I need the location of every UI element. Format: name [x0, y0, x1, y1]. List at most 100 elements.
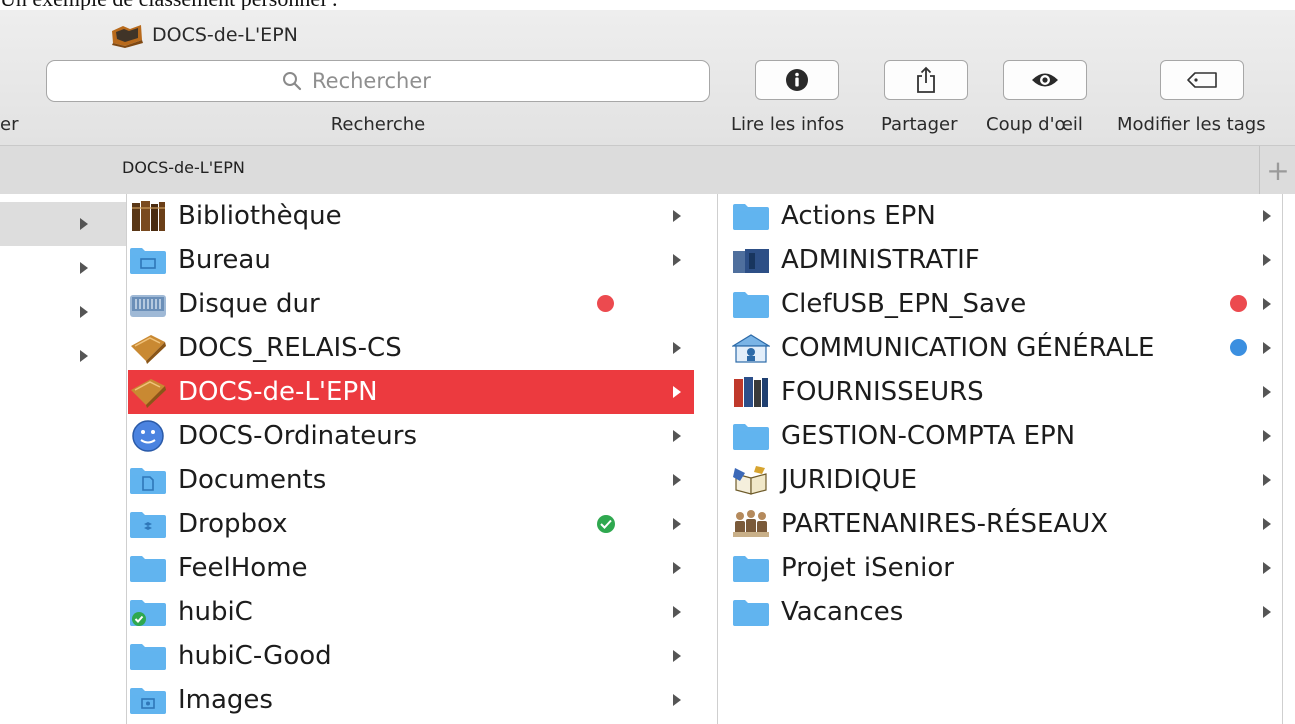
folder-icon	[731, 198, 771, 234]
binders-icon	[731, 374, 771, 410]
custom-folder-icon	[112, 25, 143, 48]
list-item[interactable]: GESTION-COMPTA EPN	[731, 414, 1281, 458]
list-item-label: DOCS_RELAIS-CS	[178, 333, 402, 363]
list-item-label: GESTION-COMPTA EPN	[781, 421, 1076, 451]
list-item-label: DOCS-Ordinateurs	[178, 421, 417, 451]
partners-icon	[731, 506, 771, 542]
expand-arrow-icon	[1263, 562, 1271, 574]
folder-icon	[731, 286, 771, 322]
tab-bar: DOCS-de-L'EPN +	[0, 146, 1295, 195]
list-item[interactable]: Images	[128, 678, 694, 722]
search-icon	[283, 72, 302, 91]
list-item[interactable]: DOCS_RELAIS-CS	[128, 326, 694, 370]
list-item-label: Images	[178, 685, 273, 715]
list-item-label: hubiC-Good	[178, 641, 332, 671]
list-item-label: Documents	[178, 465, 327, 495]
list-item[interactable]: DOCS-de-L'EPN	[128, 370, 694, 414]
toolbar-left-cut-label: er	[0, 114, 19, 135]
folder-icon	[128, 550, 168, 586]
list-item[interactable]: Bibliothèque	[128, 194, 694, 238]
folder-icon	[731, 418, 771, 454]
library-books-icon	[128, 198, 168, 234]
tag-icon	[1187, 72, 1217, 88]
list-item-label: ADMINISTRATIF	[781, 245, 980, 275]
dropbox-folder-icon	[128, 506, 168, 542]
expand-arrow-icon	[673, 694, 681, 706]
list-item[interactable]: FeelHome	[128, 546, 694, 590]
share-label: Partager	[881, 114, 958, 135]
list-item-label: hubiC	[178, 597, 253, 627]
expand-arrow-icon	[673, 430, 681, 442]
list-item[interactable]: Projet iSenior	[731, 546, 1281, 590]
pictures-folder-icon	[128, 682, 168, 718]
list-item[interactable]: DOCS-Ordinateurs	[128, 414, 694, 458]
expand-arrow-icon	[1263, 298, 1271, 310]
folder-icon	[731, 594, 771, 630]
expand-arrow-icon	[673, 518, 681, 530]
list-item[interactable]: hubiC	[128, 590, 694, 634]
previous-column[interactable]	[0, 194, 126, 724]
finder-window-chrome: DOCS-de-L'EPN er Recherche Lire les info…	[0, 10, 1295, 146]
list-item[interactable]: COMMUNICATION GÉNÉRALE	[731, 326, 1281, 370]
window-title: DOCS-de-L'EPN	[110, 22, 298, 48]
list-item-label: JURIDIQUE	[781, 465, 918, 495]
edit-tags-button[interactable]	[1160, 60, 1244, 100]
quick-look-button[interactable]	[1003, 60, 1087, 100]
expand-arrow-icon	[1263, 474, 1271, 486]
list-item-label: Vacances	[781, 597, 904, 627]
list-item[interactable]: Bureau	[128, 238, 694, 282]
list-item[interactable]: ClefUSB_EPN_Save	[731, 282, 1281, 326]
list-item[interactable]: Dropbox	[128, 502, 694, 546]
list-item[interactable]: Vacances	[731, 590, 1281, 634]
expand-arrow-icon	[1263, 386, 1271, 398]
expand-arrow-icon	[673, 562, 681, 574]
legal-book-icon	[731, 462, 771, 498]
tag-red-icon	[1230, 295, 1247, 312]
list-item-label: Actions EPN	[781, 201, 936, 231]
custom-folder-icon	[128, 330, 168, 366]
edit-tags-label: Modifier les tags	[1117, 114, 1266, 135]
list-item-label: Dropbox	[178, 509, 288, 539]
column-browser: Bibliothèque Bureau Disque dur DOCS_RELAIS-…	[0, 194, 1295, 724]
list-item[interactable]: JURIDIQUE	[731, 458, 1281, 502]
quick-look-label: Coup d'œil	[986, 114, 1083, 135]
expand-arrow-icon	[1263, 518, 1271, 530]
list-item-label: Bureau	[178, 245, 271, 275]
expand-arrow-icon	[80, 262, 88, 274]
new-tab-button[interactable]: +	[1259, 146, 1295, 194]
list-item[interactable]: Disque dur	[128, 282, 694, 326]
list-item-label: DOCS-de-L'EPN	[178, 377, 378, 407]
tag-red-icon	[597, 295, 614, 312]
expand-arrow-icon	[673, 342, 681, 354]
share-button[interactable]	[884, 60, 968, 100]
list-item[interactable]: FOURNISSEURS	[731, 370, 1281, 414]
hard-disk-icon	[128, 286, 168, 322]
tag-blue-icon	[1230, 339, 1247, 356]
documents-folder-icon	[128, 462, 168, 498]
list-item[interactable]: ADMINISTRATIF	[731, 238, 1281, 282]
window-title-text: DOCS-de-L'EPN	[152, 24, 298, 46]
column-divider[interactable]	[1282, 194, 1283, 724]
binder-icon	[731, 242, 771, 278]
expand-arrow-icon	[673, 210, 681, 222]
list-item[interactable]: Documents	[128, 458, 694, 502]
list-item-label: COMMUNICATION GÉNÉRALE	[781, 333, 1155, 363]
list-item-label: ClefUSB_EPN_Save	[781, 289, 1027, 319]
search-field[interactable]	[46, 60, 710, 102]
list-item[interactable]: PARTENANIRES-RÉSEAUX	[731, 502, 1281, 546]
expand-arrow-icon	[673, 386, 681, 398]
list-item-label: Projet iSenior	[781, 553, 954, 583]
list-item-label: PARTENANIRES-RÉSEAUX	[781, 509, 1109, 539]
expand-arrow-icon	[80, 350, 88, 362]
list-item[interactable]: hubiC-Good	[128, 634, 694, 678]
sync-check-icon	[597, 515, 615, 533]
list-item[interactable]: Actions EPN	[731, 194, 1281, 238]
custom-folder-icon	[128, 374, 168, 410]
search-input[interactable]	[310, 68, 474, 94]
column-divider[interactable]	[126, 194, 127, 724]
finder-face-icon	[128, 418, 168, 454]
get-info-button[interactable]	[755, 60, 839, 100]
eye-icon	[1032, 73, 1058, 87]
column-divider[interactable]	[717, 194, 718, 724]
tab-title[interactable]: DOCS-de-L'EPN	[122, 158, 245, 177]
